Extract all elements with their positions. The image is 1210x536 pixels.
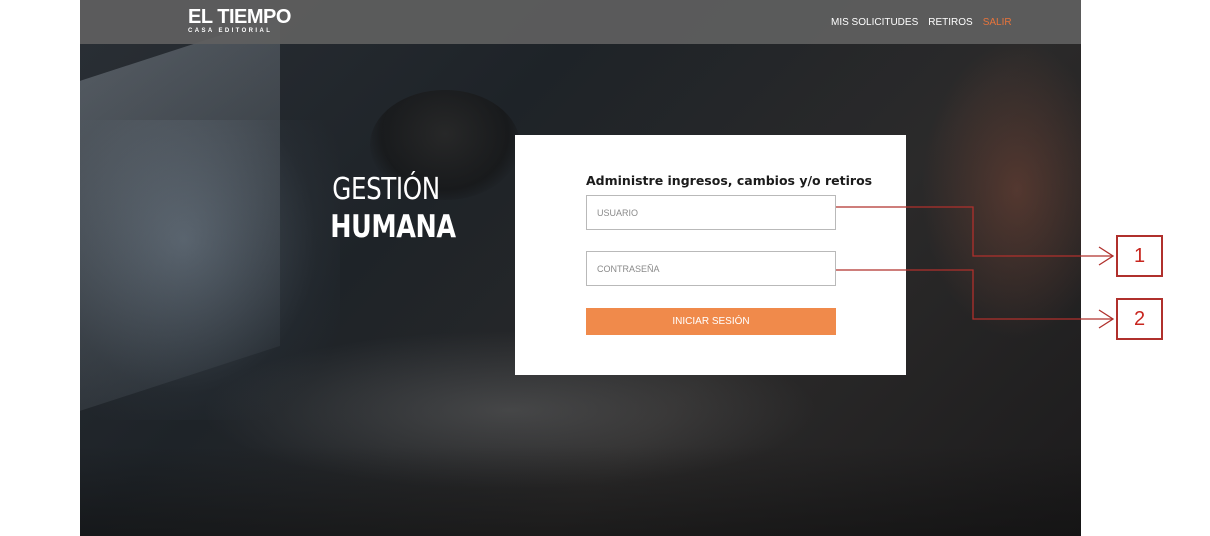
- background-laptop: [80, 15, 280, 415]
- main-nav: MIS SOLICITUDES RETIROS SALIR: [831, 17, 1012, 28]
- background-hair: [921, 40, 1081, 340]
- login-button[interactable]: INICIAR SESIÓN: [586, 308, 836, 335]
- annotation-arrow-2: [1098, 309, 1115, 329]
- background-shade: [80, 446, 1081, 536]
- login-heading: Administre ingresos, cambios y/o retiros: [586, 173, 873, 188]
- logo-main-text: EL TIEMPO: [188, 6, 291, 28]
- username-input[interactable]: [586, 195, 836, 230]
- password-input[interactable]: [586, 251, 836, 286]
- hero-title-line2: HUMANA: [330, 209, 456, 245]
- annotation-arrow-1: [1098, 246, 1115, 266]
- el-tiempo-logo[interactable]: EL TIEMPO CASA EDITORIAL: [188, 7, 291, 35]
- hero-title-line1: GESTIÓN: [332, 172, 440, 207]
- nav-mis-solicitudes[interactable]: MIS SOLICITUDES: [831, 17, 918, 28]
- login-card: Administre ingresos, cambios y/o retiros…: [515, 135, 906, 375]
- page: EL TIEMPO CASA EDITORIAL MIS SOLICITUDES…: [0, 0, 1210, 536]
- app-screenshot: EL TIEMPO CASA EDITORIAL MIS SOLICITUDES…: [80, 0, 1081, 536]
- top-navbar: EL TIEMPO CASA EDITORIAL MIS SOLICITUDES…: [80, 0, 1081, 44]
- annotation-callout-1: 1: [1116, 235, 1163, 277]
- nav-salir[interactable]: SALIR: [983, 17, 1012, 28]
- logo-sub-text: CASA EDITORIAL: [188, 28, 273, 34]
- annotation-callout-2: 2: [1116, 298, 1163, 340]
- hero-title: GESTIÓN HUMANA: [318, 172, 456, 246]
- nav-retiros[interactable]: RETIROS: [928, 17, 972, 28]
